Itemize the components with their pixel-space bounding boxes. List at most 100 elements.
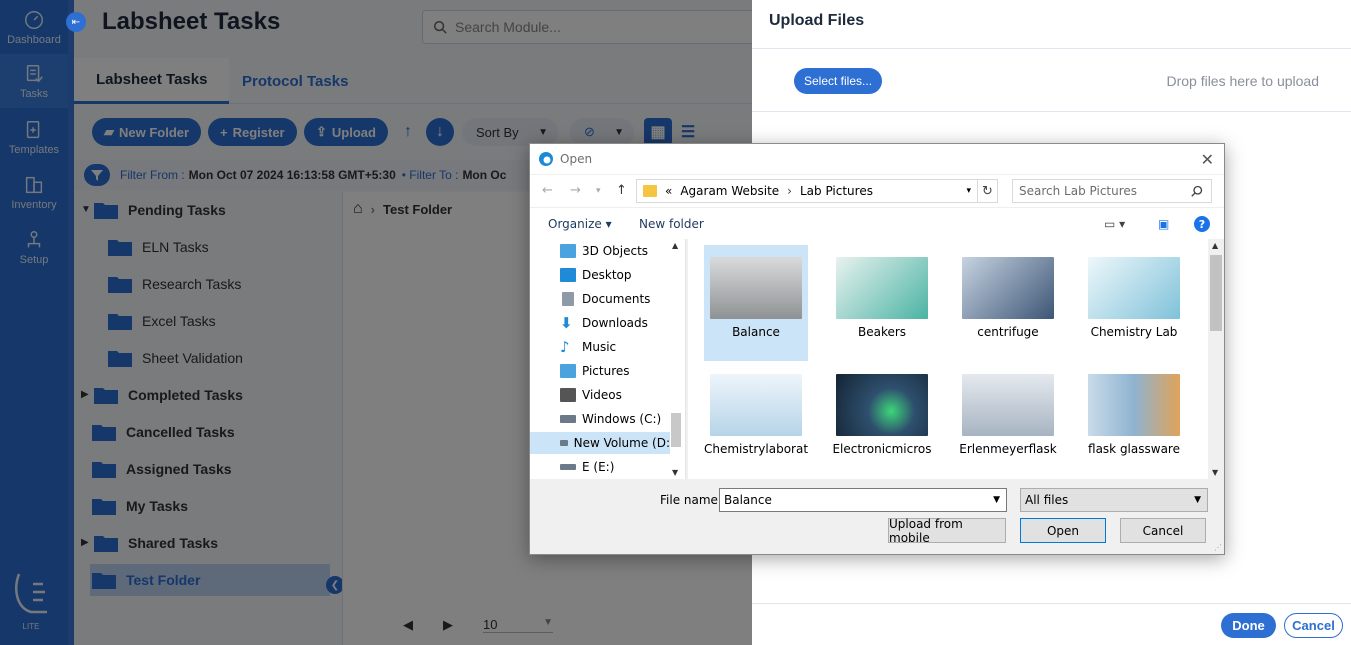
file-name: centrifuge — [977, 325, 1039, 339]
preview-pane-icon[interactable]: ▣ — [1158, 217, 1169, 231]
upload-from-mobile-button[interactable]: Upload from mobile — [888, 517, 1006, 545]
chevron-down-icon[interactable]: ▼ — [993, 495, 1000, 505]
image-thumbnail — [1088, 257, 1180, 319]
nav-label: 3D Objects — [582, 244, 649, 258]
drop-hint: Drop files here to upload — [1166, 73, 1319, 89]
nav-item-videos[interactable]: Videos — [560, 384, 682, 406]
dialog-search-input[interactable]: Search Lab Pictures — [1012, 179, 1212, 203]
desktop-icon — [560, 268, 576, 282]
file-item[interactable]: Balance — [704, 245, 808, 361]
navigation-pane: 3D Objects Desktop Documents ⬇ Downloads… — [530, 239, 686, 479]
chevron-down-icon: ▼ — [1194, 495, 1201, 505]
done-button[interactable]: Done — [1221, 613, 1276, 638]
collapse-sidebar-button[interactable]: ⇤ — [66, 12, 86, 32]
cancel-button[interactable]: Cancel — [1284, 613, 1343, 638]
search-placeholder: Search Lab Pictures — [1019, 184, 1138, 198]
file-item[interactable]: Beakers — [830, 245, 934, 361]
file-item[interactable]: Chemistry Lab — [1082, 245, 1186, 361]
image-thumbnail — [836, 257, 928, 319]
up-arrow-icon[interactable]: ↑ — [616, 183, 627, 198]
nav-label: E (E:) — [582, 460, 615, 474]
open-file-dialog: Open ✕ ← → ▾ ↑ « Agaram Website › Lab Pi… — [529, 143, 1225, 555]
chevron-down-icon[interactable]: ▾ — [966, 186, 971, 196]
folder-icon — [643, 185, 657, 197]
scroll-down-icon[interactable]: ▼ — [672, 468, 678, 477]
scroll-thumb[interactable] — [1210, 255, 1222, 331]
open-button[interactable]: Open — [1020, 518, 1106, 543]
address-segment[interactable]: Lab Pictures — [800, 184, 873, 198]
search-icon — [1191, 185, 1203, 197]
nav-item-e-drive[interactable]: E (E:) — [560, 456, 682, 478]
file-item[interactable]: centrifuge — [956, 245, 1060, 361]
nav-item-downloads[interactable]: ⬇ Downloads — [560, 312, 682, 334]
nav-label: Downloads — [582, 316, 648, 330]
file-type-select[interactable]: All files ▼ — [1020, 488, 1208, 512]
view-options-icon[interactable]: ▭ ▾ — [1104, 217, 1125, 231]
nav-item-documents[interactable]: Documents — [560, 288, 682, 310]
file-name: flask glassware — [1088, 442, 1180, 456]
address-bar[interactable]: « Agaram Website › Lab Pictures ▾ ↻ — [636, 179, 998, 203]
resize-grip-icon[interactable]: ⋰ — [1214, 543, 1222, 552]
nav-item-desktop[interactable]: Desktop — [560, 264, 682, 286]
refresh-icon[interactable]: ↻ — [977, 180, 997, 202]
nav-item-windows-c[interactable]: Windows (C:) — [560, 408, 682, 430]
file-name: Erlenmeyerflask — [959, 442, 1057, 456]
nav-scrollbar[interactable]: ▲ ▼ — [669, 239, 683, 479]
nav-item-3d-objects[interactable]: 3D Objects — [560, 240, 682, 262]
new-folder-command[interactable]: New folder — [639, 217, 704, 231]
dialog-titlebar[interactable]: Open ✕ — [530, 144, 1224, 174]
dialog-bottom: File name: Balance ▼ All files ▼ Upload … — [530, 479, 1224, 554]
image-thumbnail — [1088, 374, 1180, 436]
file-item[interactable]: Chemistrylaborat — [704, 362, 808, 478]
drive-icon — [560, 464, 576, 470]
forward-arrow-icon[interactable]: → — [570, 183, 581, 198]
help-icon[interactable]: ? — [1194, 216, 1210, 232]
pictures-icon — [560, 364, 576, 378]
file-item[interactable]: Erlenmeyerflask — [956, 362, 1060, 478]
nav-label: Pictures — [582, 364, 630, 378]
drive-icon — [560, 440, 568, 446]
nav-item-pictures[interactable]: Pictures — [560, 360, 682, 382]
file-item[interactable]: Electronicmicros — [830, 362, 934, 478]
back-arrow-icon[interactable]: ← — [542, 183, 553, 198]
film-icon — [560, 388, 576, 402]
upload-dropzone[interactable]: Select files... Drop files here to uploa… — [752, 48, 1351, 112]
drive-icon — [560, 415, 576, 423]
file-name: Chemistrylaborat — [704, 442, 808, 456]
close-icon[interactable]: ✕ — [1201, 150, 1214, 169]
image-thumbnail — [836, 374, 928, 436]
chevron-right-icon: › — [787, 184, 792, 198]
music-icon: ♪ — [560, 338, 570, 356]
recent-chevron-icon[interactable]: ▾ — [596, 186, 601, 196]
scroll-up-icon[interactable]: ▲ — [672, 241, 678, 250]
address-segment[interactable]: Agaram Website — [680, 184, 779, 198]
address-prefix: « — [665, 184, 673, 198]
nav-label: Windows (C:) — [582, 412, 662, 426]
file-name-label: File name: — [660, 493, 722, 507]
nav-label: Videos — [582, 388, 622, 402]
file-item[interactable]: flask glassware — [1082, 362, 1186, 478]
file-name: Chemistry Lab — [1090, 325, 1178, 339]
edge-browser-icon — [539, 152, 553, 166]
scroll-thumb[interactable] — [671, 413, 681, 447]
document-icon — [562, 292, 574, 306]
dialog-cancel-button[interactable]: Cancel — [1120, 518, 1206, 543]
download-arrow-icon: ⬇ — [560, 314, 573, 332]
select-files-button[interactable]: Select files... — [794, 68, 883, 94]
file-name-input[interactable]: Balance ▼ — [719, 488, 1007, 512]
command-bar: Organize ▾ New folder ▭ ▾ ▣ ? — [530, 207, 1224, 239]
image-thumbnail — [962, 374, 1054, 436]
nav-item-new-volume-d[interactable]: New Volume (D: — [530, 432, 670, 454]
navigation-row: ← → ▾ ↑ « Agaram Website › Lab Pictures … — [530, 175, 1224, 207]
image-thumbnail — [710, 257, 802, 319]
file-grid-scrollbar[interactable]: ▲ ▼ — [1208, 239, 1224, 479]
nav-label: New Volume (D: — [573, 436, 670, 450]
dialog-title: Open — [560, 152, 593, 166]
file-name: Electronicmicros — [832, 442, 932, 456]
nav-item-music[interactable]: ♪ Music — [560, 336, 682, 358]
scroll-down-icon[interactable]: ▼ — [1212, 468, 1218, 477]
organize-menu[interactable]: Organize ▾ — [548, 217, 612, 231]
file-grid: Balance Beakers centrifuge Chemistry Lab… — [688, 239, 1224, 479]
scroll-up-icon[interactable]: ▲ — [1212, 241, 1218, 250]
image-thumbnail — [962, 257, 1054, 319]
